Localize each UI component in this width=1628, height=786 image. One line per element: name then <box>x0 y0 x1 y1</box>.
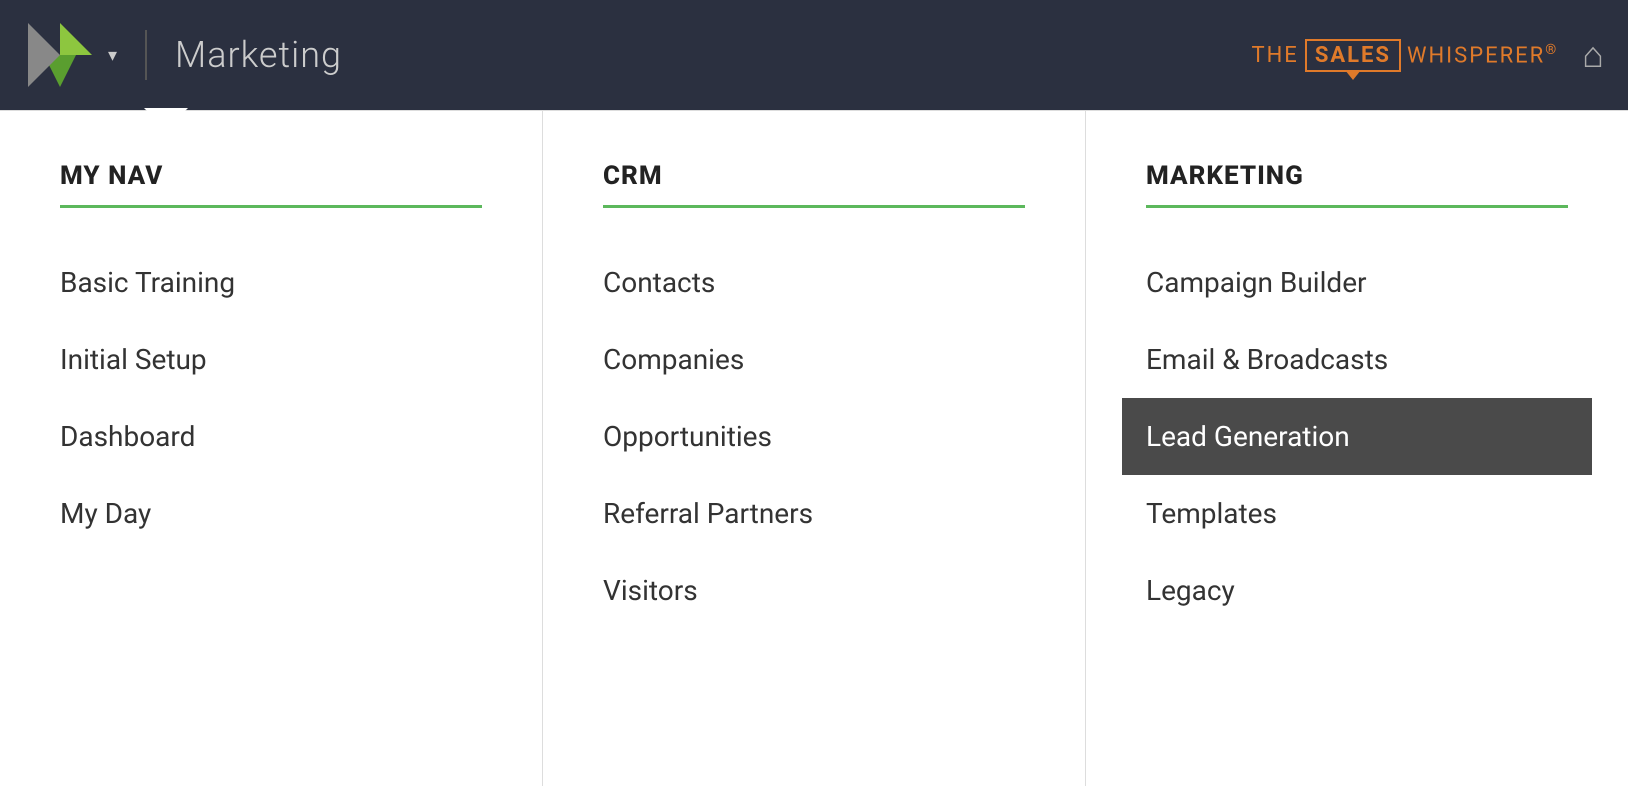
menu-item-initial-setup[interactable]: Initial Setup <box>60 321 482 398</box>
app-logo <box>24 19 96 91</box>
my-nav-divider <box>60 205 482 208</box>
marketing-heading: MARKETING <box>1146 161 1568 191</box>
nav-dropdown-arrow[interactable]: ▾ <box>108 45 117 66</box>
menu-item-lead-generation[interactable]: Lead Generation <box>1122 398 1592 475</box>
my-nav-heading: MY NAV <box>60 161 482 191</box>
crm-heading: CRM <box>603 161 1025 191</box>
marketing-divider <box>1146 205 1568 208</box>
menu-item-referral-partners[interactable]: Referral Partners <box>603 475 1025 552</box>
brand-the: THE <box>1251 43 1298 68</box>
home-icon[interactable]: ⌂ <box>1582 34 1604 76</box>
menu-item-companies[interactable]: Companies <box>603 321 1025 398</box>
page-title: Marketing <box>175 34 342 76</box>
brand-whisperer: WHISPERER® <box>1407 42 1558 68</box>
menu-item-campaign-builder[interactable]: Campaign Builder <box>1146 244 1568 321</box>
brand-sales: SALES <box>1305 39 1401 72</box>
menu-item-my-day[interactable]: My Day <box>60 475 482 552</box>
menu-item-basic-training[interactable]: Basic Training <box>60 244 482 321</box>
menu-item-legacy[interactable]: Legacy <box>1146 552 1568 629</box>
menu-column-my-nav: MY NAV Basic TrainingInitial SetupDashboa… <box>0 111 543 786</box>
brand-logo: THE SALES WHISPERER® <box>1251 39 1558 72</box>
menu-column-marketing: MARKETING Campaign BuilderEmail & Broadca… <box>1086 111 1628 786</box>
menu-item-visitors[interactable]: Visitors <box>603 552 1025 629</box>
dropdown-menu: MY NAV Basic TrainingInitial SetupDashboa… <box>0 110 1628 786</box>
menu-item-opportunities[interactable]: Opportunities <box>603 398 1025 475</box>
menu-item-templates[interactable]: Templates <box>1146 475 1568 552</box>
logo-area: ▾ <box>24 19 117 91</box>
dropdown-triangle <box>144 108 188 130</box>
menu-item-contacts[interactable]: Contacts <box>603 244 1025 321</box>
brand-area: THE SALES WHISPERER® ⌂ <box>1251 34 1604 76</box>
header-divider <box>145 30 147 80</box>
menu-item-dashboard[interactable]: Dashboard <box>60 398 482 475</box>
header: ▾ Marketing THE SALES WHISPERER® ⌂ <box>0 0 1628 110</box>
menu-item-email-broadcasts[interactable]: Email & Broadcasts <box>1146 321 1568 398</box>
menu-column-crm: CRM ContactsCompaniesOpportunitiesReferra… <box>543 111 1086 786</box>
crm-divider <box>603 205 1025 208</box>
